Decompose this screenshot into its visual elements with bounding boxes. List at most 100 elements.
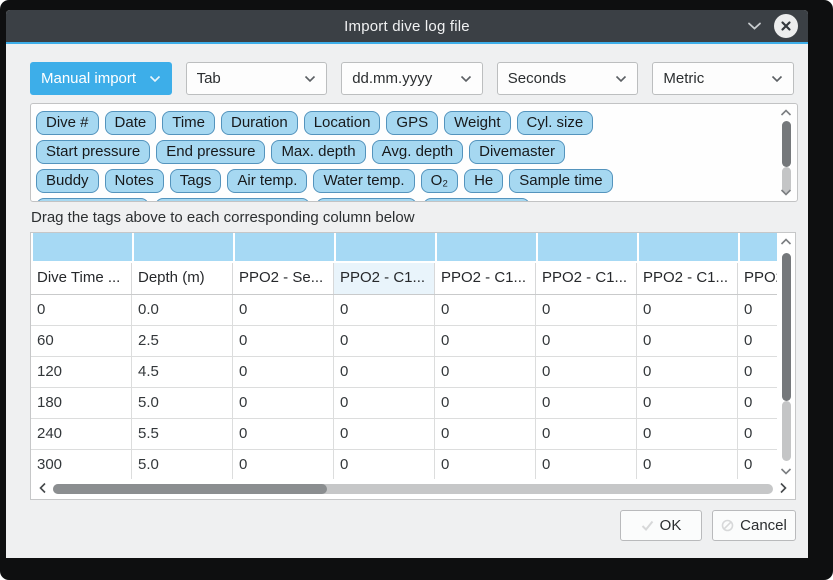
scrollbar-thumb[interactable] xyxy=(53,484,327,494)
cell-r4-c0: 240 xyxy=(31,419,132,449)
drop-target-col-6[interactable] xyxy=(639,233,738,261)
tag-gps[interactable]: GPS xyxy=(386,111,438,135)
scroll-up-icon[interactable] xyxy=(777,238,795,246)
tag-water-temp[interactable]: Water temp. xyxy=(313,169,414,193)
table-header-row: Dive Time ...Depth (m)PPO2 - Se...PPO2 -… xyxy=(31,263,777,295)
cell-r4-c2: 0 xyxy=(233,419,334,449)
scrollbar-track[interactable] xyxy=(53,484,773,494)
tag-max-depth[interactable]: Max. depth xyxy=(271,140,365,164)
cell-r4-c5: 0 xyxy=(536,419,637,449)
cell-r2-c3: 0 xyxy=(334,357,435,387)
shade-button[interactable] xyxy=(747,21,762,31)
scroll-down-icon[interactable] xyxy=(777,467,795,475)
tag-list-scrollbar[interactable] xyxy=(775,104,797,201)
ok-button[interactable]: OK xyxy=(620,510,702,541)
drop-target-col-0[interactable] xyxy=(33,233,132,261)
titlebar[interactable]: Import dive log file xyxy=(6,10,808,44)
scroll-right-icon[interactable] xyxy=(779,481,787,499)
table-vertical-scrollbar[interactable] xyxy=(777,233,795,479)
cell-r5-c2: 0 xyxy=(233,450,334,479)
import-dive-log-dialog: Import dive log file Manual import Tab dd.… xyxy=(6,10,808,558)
column-header-4[interactable]: PPO2 - C1... xyxy=(435,263,536,294)
combo-units-value: Metric xyxy=(663,70,771,87)
tag-he[interactable]: He xyxy=(464,169,503,193)
combo-field-separator[interactable]: Tab xyxy=(186,62,328,95)
tag-weight[interactable]: Weight xyxy=(444,111,510,135)
tag-start-pressure[interactable]: Start pressure xyxy=(36,140,150,164)
tag-sample-po[interactable]: Sample pO₂ xyxy=(316,198,417,202)
column-header-1[interactable]: Depth (m) xyxy=(132,263,233,294)
drop-target-col-5[interactable] xyxy=(538,233,637,261)
chevron-down-icon xyxy=(149,75,161,83)
tag-row: Sample depth Sample temperature Sample pO₂… xyxy=(36,195,775,201)
cell-r3-c5: 0 xyxy=(536,388,637,418)
tag-date[interactable]: Date xyxy=(105,111,157,135)
column-header-6[interactable]: PPO2 - C1... xyxy=(637,263,738,294)
tag-duration[interactable]: Duration xyxy=(221,111,298,135)
cell-r5-c1: 5.0 xyxy=(132,450,233,479)
table-row-0: 00.0000000 xyxy=(31,295,777,326)
table-content: Dive Time ...Depth (m)PPO2 - Se...PPO2 -… xyxy=(31,233,777,479)
tag-end-pressure[interactable]: End pressure xyxy=(156,140,265,164)
column-header-2[interactable]: PPO2 - Se... xyxy=(233,263,334,294)
chevron-down-icon xyxy=(615,75,627,83)
tag-row: BuddyNotesTagsAir temp.Water temp. O₂HeSa… xyxy=(36,166,775,195)
tag-buddy[interactable]: Buddy xyxy=(36,169,99,193)
drop-target-col-2[interactable] xyxy=(235,233,334,261)
tag-avg-depth[interactable]: Avg. depth xyxy=(372,140,463,164)
tag-time[interactable]: Time xyxy=(162,111,215,135)
scrollbar-track[interactable] xyxy=(782,401,791,461)
tag-dive[interactable]: Dive # xyxy=(36,111,99,135)
cell-r3-c3: 0 xyxy=(334,388,435,418)
tag-o[interactable]: O₂ xyxy=(421,169,459,193)
scrollbar-thumb[interactable] xyxy=(782,121,791,167)
cell-r0-c4: 0 xyxy=(435,295,536,325)
instruction-label: Drag the tags above to each correspondin… xyxy=(31,209,415,226)
column-header-3[interactable]: PPO2 - C1... xyxy=(334,263,435,294)
close-button[interactable] xyxy=(774,14,798,38)
combo-date-format[interactable]: dd.mm.yyyy xyxy=(341,62,483,95)
tag-sample-time[interactable]: Sample time xyxy=(509,169,612,193)
cell-r3-c7: 0 xyxy=(738,388,777,418)
tag-cyl-size[interactable]: Cyl. size xyxy=(517,111,594,135)
cancel-button[interactable]: Cancel xyxy=(712,510,796,541)
tag-location[interactable]: Location xyxy=(304,111,381,135)
column-header-7[interactable]: PPO2 - C1... xyxy=(738,263,777,294)
scroll-left-icon[interactable] xyxy=(39,481,47,499)
close-icon xyxy=(780,20,792,32)
tag-row: Start pressureEnd pressureMax. depth Avg.… xyxy=(36,137,775,166)
scroll-down-icon[interactable] xyxy=(775,188,797,196)
tag-rows: Dive #DateTimeDurationLocationGPSWeight C… xyxy=(31,104,775,201)
combo-date-format-value: dd.mm.yyyy xyxy=(352,70,460,87)
table-row-1: 602.5000000 xyxy=(31,326,777,357)
combo-units[interactable]: Metric xyxy=(652,62,794,95)
tag-air-temp[interactable]: Air temp. xyxy=(227,169,307,193)
scroll-up-icon[interactable] xyxy=(775,109,797,117)
cell-r1-c2: 0 xyxy=(233,326,334,356)
cell-r2-c1: 4.5 xyxy=(132,357,233,387)
cell-r1-c4: 0 xyxy=(435,326,536,356)
drop-target-col-1[interactable] xyxy=(134,233,233,261)
tag-sample-cns[interactable]: Sample CNS xyxy=(423,198,530,202)
table-horizontal-scrollbar[interactable] xyxy=(31,479,795,499)
tag-notes[interactable]: Notes xyxy=(105,169,164,193)
cell-r2-c6: 0 xyxy=(637,357,738,387)
chevron-down-icon xyxy=(304,75,316,83)
tag-tags[interactable]: Tags xyxy=(170,169,222,193)
cell-r5-c7: 0 xyxy=(738,450,777,479)
combo-import-type[interactable]: Manual import xyxy=(30,62,172,95)
drop-target-col-3[interactable] xyxy=(336,233,435,261)
tag-sample-depth[interactable]: Sample depth xyxy=(36,198,149,202)
scrollbar-thumb[interactable] xyxy=(782,253,791,401)
drop-target-col-4[interactable] xyxy=(437,233,536,261)
dialog-buttons: OK Cancel xyxy=(620,510,796,541)
cell-r1-c3: 0 xyxy=(334,326,435,356)
cell-r0-c3: 0 xyxy=(334,295,435,325)
drop-target-col-7[interactable] xyxy=(740,233,777,261)
column-header-0[interactable]: Dive Time ... xyxy=(31,263,132,294)
column-header-5[interactable]: PPO2 - C1... xyxy=(536,263,637,294)
import-options-row: Manual import Tab dd.mm.yyyy Seconds Metric xyxy=(30,62,794,95)
tag-sample-temperature[interactable]: Sample temperature xyxy=(155,198,311,202)
tag-divemaster[interactable]: Divemaster xyxy=(469,140,565,164)
combo-duration-format[interactable]: Seconds xyxy=(497,62,639,95)
